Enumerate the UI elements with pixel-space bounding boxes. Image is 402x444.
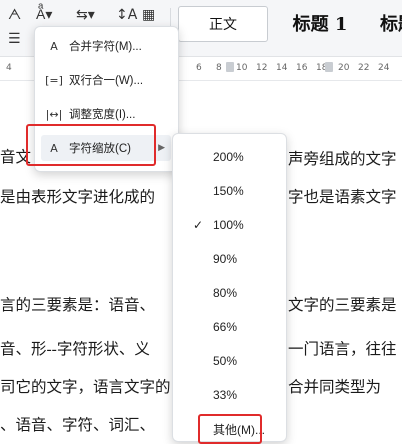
doc-line: 、语音、字符、词汇、	[0, 417, 156, 434]
doc-line: 音、形--字符形状、义	[0, 341, 150, 358]
scale-option-label: 80%	[213, 286, 238, 300]
menu-item-label: 双行合一(W)...	[69, 75, 144, 87]
doc-line-right: 声旁组成的文字	[288, 151, 397, 168]
check-icon: ✓	[193, 218, 204, 232]
menu-item-label: 调整宽度(I)...	[69, 109, 136, 121]
doc-line: 音文	[0, 149, 32, 166]
merge-chars-icon: A	[50, 39, 58, 53]
scale-option-label: 150%	[213, 184, 244, 198]
ruler-number: 8	[216, 63, 222, 73]
scale-option-200[interactable]: 200%	[173, 142, 286, 172]
ruler-number: 24	[378, 63, 390, 73]
scale-option-90[interactable]: 90%	[173, 244, 286, 274]
table-icon[interactable]: ▦	[142, 6, 155, 24]
scale-option-33[interactable]: 33%	[173, 380, 286, 410]
style-heading2-button[interactable]: 标题	[368, 6, 402, 40]
menu-item-char-scale[interactable]: A 字符缩放(C) ▶	[41, 135, 171, 161]
style-normal-label: 正文	[209, 17, 237, 33]
char-scale-icon: A	[50, 141, 58, 155]
style-heading1-button[interactable]: 标题 1	[280, 6, 360, 40]
ruler-number: 10	[236, 63, 248, 73]
doc-line: 司它的文字，语言文字的	[0, 379, 171, 396]
scale-option-label: 其他(M)...	[213, 422, 265, 437]
scale-option-150[interactable]: 150%	[173, 176, 286, 206]
doc-line-right: 文字的三要素是	[288, 297, 397, 314]
ruler-number: 12	[256, 63, 268, 73]
adjust-width-icon: |↔|	[45, 107, 63, 121]
ruler-number: 22	[358, 63, 370, 73]
font-color-icon[interactable]: ᗅ	[8, 6, 21, 24]
ruler-number: 6	[196, 63, 202, 73]
char-scale-submenu: 200% 150% ✓ 100% 90% 80% 66% 50% 33% 其他(…	[172, 133, 287, 442]
strikethrough-icon[interactable]: ⇆▾	[76, 6, 95, 24]
scale-option-label: 100%	[213, 218, 244, 232]
menu-item-adjust-width[interactable]: |↔| 调整宽度(I)...	[41, 101, 171, 127]
scale-option-label: 66%	[213, 320, 238, 334]
scale-option-100[interactable]: ✓ 100%	[173, 210, 286, 240]
tab-marker[interactable]	[325, 62, 333, 72]
scale-option-50[interactable]: 50%	[173, 346, 286, 376]
submenu-arrow-icon: ▶	[158, 143, 165, 153]
two-lines-icon: [=]	[45, 73, 63, 87]
menu-item-two-lines[interactable]: [=] 双行合一(W)...	[41, 67, 171, 93]
doc-line: 是由表形文字进化成的	[0, 189, 156, 206]
doc-line-right: 合并同类型为	[288, 379, 382, 396]
scale-option-label: 90%	[213, 252, 238, 266]
para-sort-icon[interactable]: ↕A	[116, 6, 137, 24]
style-normal-button[interactable]: 正文	[178, 6, 268, 42]
menu-item-label: 合并字符(M)...	[69, 41, 142, 53]
doc-line-right: 一门语言，往往	[288, 341, 397, 358]
menu-item-label: 字符缩放(C)	[69, 143, 131, 155]
context-menu: A 合并字符(M)... [=] 双行合一(W)... |↔| 调整宽度(I).…	[34, 26, 179, 172]
ruler-number: 20	[338, 63, 350, 73]
doc-line-right: 字也是语素文字	[288, 189, 397, 206]
scale-option-label: 200%	[213, 150, 244, 164]
ruler-number: 4	[6, 63, 12, 73]
style-heading2-label: 标题	[380, 14, 402, 35]
scale-option-80[interactable]: 80%	[173, 278, 286, 308]
ruler-number: 14	[276, 63, 288, 73]
style-heading1-label: 标题 1	[292, 14, 348, 35]
doc-line: 言的三要素是：语音、	[0, 297, 156, 314]
indent-marker[interactable]	[226, 62, 234, 72]
scale-option-66[interactable]: 66%	[173, 312, 286, 342]
align-icon[interactable]: ☰	[8, 30, 21, 48]
ruler-number: 16	[296, 63, 308, 73]
scale-option-label: 33%	[213, 388, 238, 402]
menu-item-merge-chars[interactable]: A 合并字符(M)...	[41, 33, 171, 59]
scale-option-label: 50%	[213, 354, 238, 368]
char-scale-icon[interactable]: Aͣ▾	[36, 6, 52, 24]
